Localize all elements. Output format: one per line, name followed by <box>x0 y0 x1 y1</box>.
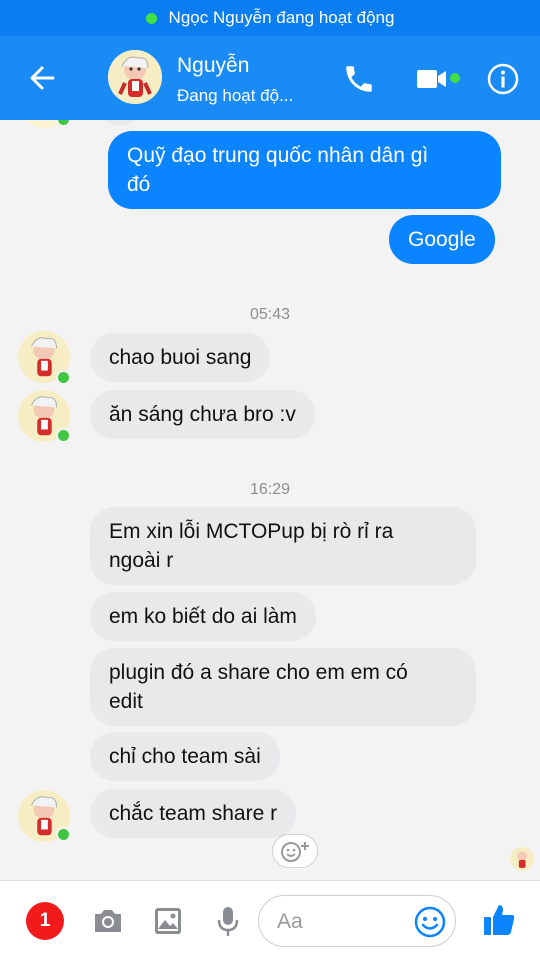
incoming-message-bubble[interactable]: plugin đó a share cho em em có edit <box>90 648 476 726</box>
voice-record-button[interactable] <box>210 903 246 939</box>
info-button[interactable] <box>486 62 520 96</box>
gallery-button[interactable] <box>150 903 186 939</box>
message-text: plugin đó a share cho em em có <box>109 661 408 684</box>
add-reaction-icon <box>281 842 309 862</box>
chat-header: Nguyễn Đang hoạt độ... <box>0 36 540 120</box>
contact-avatar[interactable] <box>108 50 162 104</box>
message-timestamp: 16:29 <box>249 481 291 498</box>
message-text: Google <box>408 228 476 251</box>
video-camera-icon <box>417 70 446 88</box>
outgoing-message-bubble[interactable]: Google <box>389 215 495 264</box>
online-dot <box>145 12 157 24</box>
message-text: chắc team share r <box>109 802 278 825</box>
message-list[interactable]: Quỹ đạo trung quốc nhân dân gì đó Google… <box>0 120 540 880</box>
message-text: ăn sáng chưa bro :v <box>109 403 296 426</box>
voice-call-button[interactable] <box>342 62 376 96</box>
online-indicator <box>56 120 71 127</box>
microphone-icon <box>217 907 239 936</box>
incoming-message-bubble[interactable]: chắc team share r <box>90 789 297 838</box>
image-icon <box>155 908 181 934</box>
back-arrow-icon <box>30 66 55 90</box>
emoji-button[interactable] <box>413 905 447 939</box>
back-button[interactable] <box>26 62 58 94</box>
message-text: Quỹ đạo trung quốc nhân dân gì <box>127 144 429 167</box>
outgoing-message-bubble[interactable]: Quỹ đạo trung quốc nhân dân gì đó <box>108 131 501 209</box>
message-text: đó <box>127 173 151 196</box>
camera-icon <box>95 910 121 932</box>
message-text: Em xin lỗi MCTOPup bị rò rỉ ra <box>109 520 394 543</box>
add-reaction-button[interactable] <box>272 834 318 868</box>
online-indicator <box>56 370 71 385</box>
message-composer: 1 <box>0 880 540 960</box>
active-status-bar: Ngọc Nguyễn đang hoạt động <box>0 0 540 36</box>
cut-off-message-bubble[interactable] <box>100 120 140 126</box>
message-input-container[interactable] <box>258 895 456 947</box>
contact-status: Đang hoạt độ... <box>177 86 294 105</box>
video-online-dot <box>450 73 460 83</box>
contact-name[interactable]: Nguyễn <box>177 54 249 78</box>
online-indicator <box>56 827 71 842</box>
message-text: em ko biết do ai làm <box>109 605 297 628</box>
incoming-message-bubble[interactable]: chao buoi sang <box>90 333 271 382</box>
cartoon-avatar-image <box>510 847 534 871</box>
camera-button[interactable] <box>90 903 126 939</box>
message-text: ngoài r <box>109 549 174 572</box>
phone-icon <box>346 66 372 92</box>
seen-receipt-avatar <box>510 847 534 871</box>
incoming-message-bubble[interactable]: chỉ cho team sài <box>90 732 280 781</box>
more-options-badge[interactable]: 1 <box>26 902 64 940</box>
cartoon-avatar-image <box>108 50 162 104</box>
message-text: chỉ cho team sài <box>109 745 261 768</box>
message-text: chao buoi sang <box>109 346 252 369</box>
info-icon <box>487 63 519 95</box>
active-status-text: Ngọc Nguyễn đang hoạt động <box>168 8 395 27</box>
message-text: edit <box>109 690 143 713</box>
smiley-icon <box>414 906 446 938</box>
message-timestamp: 05:43 <box>249 306 291 323</box>
incoming-message-bubble[interactable]: Em xin lỗi MCTOPup bị rò rỉ ra ngoài r <box>90 507 476 585</box>
incoming-message-bubble[interactable]: em ko biết do ai làm <box>90 592 316 641</box>
online-indicator <box>56 428 71 443</box>
thumbs-up-icon <box>484 905 515 935</box>
like-send-button[interactable] <box>480 901 518 939</box>
message-input[interactable] <box>277 906 407 938</box>
incoming-message-bubble[interactable]: ăn sáng chưa bro :v <box>90 390 315 439</box>
